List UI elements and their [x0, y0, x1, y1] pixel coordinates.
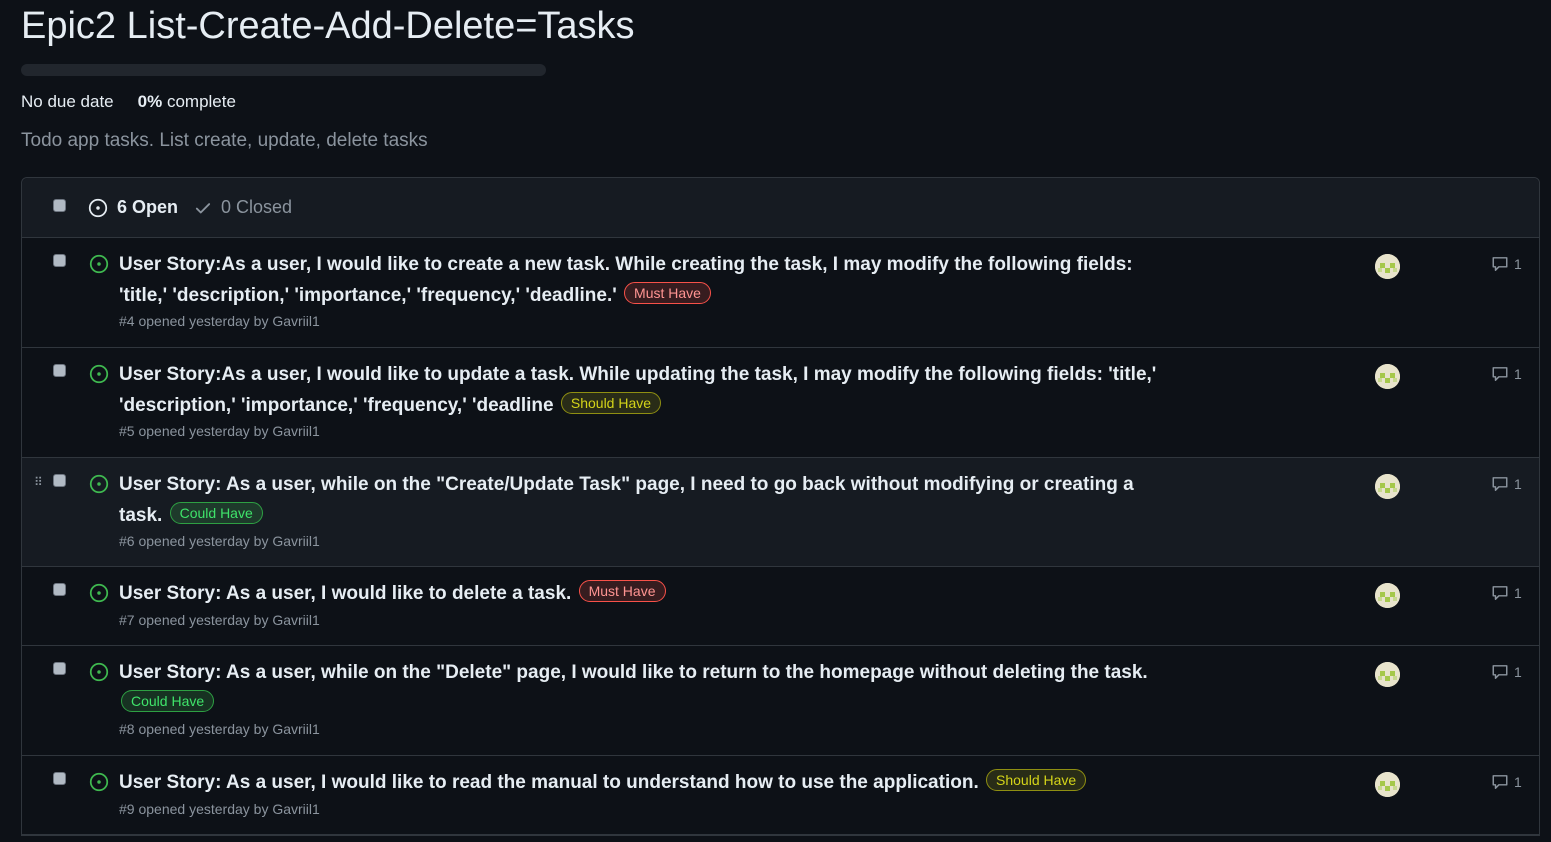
- issue-title-line: User Story:As a user, I would like to up…: [119, 360, 1159, 421]
- issue-meta: #7 opened yesterday by Gavriil1: [119, 611, 320, 628]
- issue-meta: #4 opened yesterday by Gavriil1: [119, 313, 320, 329]
- issue-row[interactable]: User Story: As a user, I would like to r…: [22, 756, 1539, 835]
- comment-icon: [1492, 477, 1508, 491]
- issue-title-line: User Story: As a user, while on the "Cre…: [119, 470, 1159, 531]
- issue-label[interactable]: Must Have: [578, 580, 666, 602]
- assignee-avatar[interactable]: [1375, 364, 1400, 389]
- identicon-icon: [1375, 583, 1400, 608]
- open-issue-icon: [89, 583, 109, 603]
- issue-row[interactable]: User Story: As a user, I would like to d…: [22, 567, 1539, 646]
- comments-link[interactable]: 1: [1490, 365, 1522, 383]
- issue-row[interactable]: User Story: As a user, while on the "Del…: [22, 646, 1539, 756]
- comment-count: 1: [1514, 256, 1522, 272]
- issue-body: User Story: As a user, I would like to r…: [119, 768, 1159, 819]
- assignee-avatar[interactable]: [1375, 772, 1400, 797]
- assignee-avatar[interactable]: [1375, 662, 1400, 687]
- comment-count: 1: [1514, 366, 1522, 382]
- issue-body: User Story: As a user, I would like to d…: [119, 579, 1159, 630]
- closed-count: 0 Closed: [221, 197, 293, 217]
- issue-title-line: User Story: As a user, I would like to r…: [119, 768, 1159, 799]
- identicon-icon: [1375, 662, 1400, 687]
- assignee-avatar[interactable]: [1375, 254, 1400, 279]
- issue-meta: #8 opened yesterday by Gavriil1: [119, 721, 320, 737]
- issue-row[interactable]: User Story:As a user, I would like to up…: [22, 348, 1539, 458]
- issue-checkbox[interactable]: [53, 662, 66, 675]
- open-issue-icon: [89, 364, 109, 384]
- drag-handle-icon[interactable]: ⠿: [34, 475, 43, 489]
- comment-icon: [1492, 367, 1508, 381]
- issue-title-link[interactable]: User Story: As a user, I would like to r…: [119, 772, 979, 793]
- progress-bar: [21, 64, 546, 76]
- comment-count: 1: [1514, 476, 1522, 492]
- issue-meta: #9 opened yesterday by Gavriil1: [119, 800, 320, 817]
- completion-percent: 0%: [137, 92, 163, 111]
- issue-meta: #6 opened yesterday by Gavriil1: [119, 533, 320, 549]
- milestone-description: Todo app tasks. List create, update, del…: [21, 130, 428, 151]
- comment-icon: [1492, 775, 1508, 789]
- open-issue-icon: [89, 662, 109, 682]
- issue-label[interactable]: Could Have: [169, 501, 263, 524]
- check-icon: [195, 202, 211, 213]
- issue-label[interactable]: Should Have: [560, 391, 662, 414]
- comment-count: 1: [1514, 664, 1522, 680]
- assignee-avatar[interactable]: [1375, 583, 1400, 608]
- comments-link[interactable]: 1: [1490, 475, 1522, 493]
- issue-body: User Story: As a user, while on the "Cre…: [119, 470, 1159, 551]
- open-issue-icon: [89, 772, 109, 792]
- comments-link[interactable]: 1: [1490, 663, 1522, 681]
- issue-checkbox[interactable]: [53, 364, 66, 377]
- milestone-page: Epic2 List-Create-Add-Delete=Tasks No du…: [21, 0, 1540, 836]
- comment-icon: [1492, 665, 1508, 679]
- identicon-icon: [1375, 254, 1400, 279]
- comments-link[interactable]: 1: [1490, 584, 1522, 602]
- issues-list-header: 6 Open 0 Closed: [22, 178, 1539, 238]
- comments-link[interactable]: 1: [1490, 255, 1522, 273]
- issue-body: User Story:As a user, I would like to up…: [119, 360, 1159, 441]
- open-issue-icon: [88, 198, 108, 217]
- closed-filter[interactable]: 0 Closed: [194, 197, 292, 218]
- open-filter[interactable]: 6 Open: [88, 197, 178, 218]
- open-issue-icon: [89, 474, 109, 494]
- issue-label[interactable]: Should Have: [986, 769, 1087, 791]
- issue-title-line: User Story: As a user, I would like to d…: [119, 579, 1159, 610]
- due-date: No due date: [21, 92, 114, 111]
- comment-count: 1: [1514, 585, 1522, 601]
- issue-title-link[interactable]: User Story: As a user, while on the "Del…: [119, 662, 1148, 683]
- issue-title-line: User Story: As a user, while on the "Del…: [119, 658, 1159, 719]
- issue-body: User Story: As a user, while on the "Del…: [119, 658, 1159, 739]
- identicon-icon: [1375, 364, 1400, 389]
- completion: 0% complete: [138, 90, 236, 114]
- issue-title-link[interactable]: User Story: As a user, I would like to d…: [119, 583, 571, 604]
- issue-row[interactable]: ⠿ User Story: As a user, while on the "Cr…: [22, 458, 1539, 567]
- page-title: Epic2 List-Create-Add-Delete=Tasks: [21, 5, 635, 47]
- issue-checkbox[interactable]: [53, 583, 66, 596]
- comment-icon: [1492, 586, 1508, 600]
- identicon-icon: [1375, 772, 1400, 797]
- identicon-icon: [1375, 474, 1400, 499]
- assignee-avatar[interactable]: [1375, 474, 1400, 499]
- milestone-meta: No due date 0% complete: [21, 90, 1540, 114]
- issues-list: 6 Open 0 Closed User Story:As a user, I …: [21, 177, 1540, 836]
- issue-label[interactable]: Could Have: [121, 689, 215, 712]
- comment-count: 1: [1514, 774, 1522, 790]
- issue-title-link[interactable]: User Story: As a user, while on the "Cre…: [119, 474, 1134, 526]
- open-count: 6 Open: [117, 197, 179, 217]
- issue-row[interactable]: User Story:As a user, I would like to cr…: [22, 238, 1539, 348]
- issue-body: User Story:As a user, I would like to cr…: [119, 250, 1159, 331]
- issue-label[interactable]: Must Have: [624, 281, 711, 304]
- issue-checkbox[interactable]: [53, 254, 66, 267]
- issue-checkbox[interactable]: [53, 772, 66, 785]
- comment-icon: [1492, 257, 1508, 271]
- issue-title-line: User Story:As a user, I would like to cr…: [119, 250, 1159, 311]
- open-issue-icon: [89, 254, 109, 274]
- select-all-checkbox[interactable]: [53, 199, 66, 212]
- completion-label: complete: [166, 92, 236, 111]
- issue-checkbox[interactable]: [53, 474, 66, 487]
- issue-meta: #5 opened yesterday by Gavriil1: [119, 423, 320, 439]
- comments-link[interactable]: 1: [1490, 773, 1522, 791]
